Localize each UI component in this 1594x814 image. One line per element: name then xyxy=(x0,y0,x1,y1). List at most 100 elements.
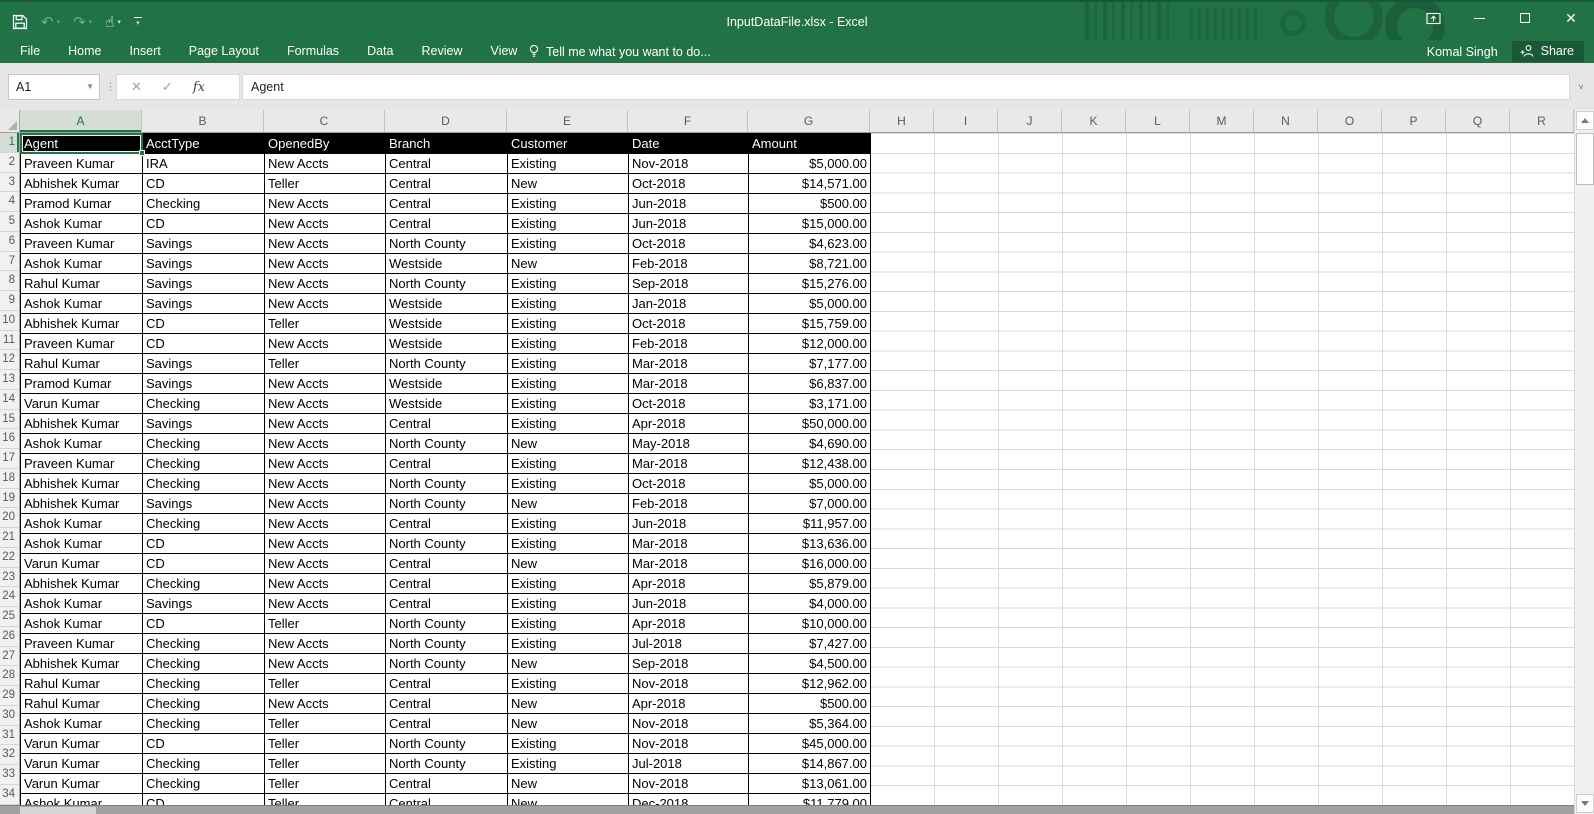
cell-C21[interactable]: New Accts xyxy=(265,534,386,554)
cell-F11[interactable]: Feb-2018 xyxy=(629,334,749,354)
cell-B13[interactable]: Savings xyxy=(143,374,265,394)
cell-G2[interactable]: $5,000.00 xyxy=(749,154,871,174)
cell-E4[interactable]: Existing xyxy=(508,194,629,214)
cell-F21[interactable]: Mar-2018 xyxy=(629,534,749,554)
cell-A14[interactable]: Varun Kumar xyxy=(21,394,143,414)
customize-qat-button[interactable]: ▾ xyxy=(134,17,142,27)
cell-D28[interactable]: Central xyxy=(386,674,508,694)
cell-G17[interactable]: $12,438.00 xyxy=(749,454,871,474)
col-header-L[interactable]: L xyxy=(1126,110,1190,132)
cell-G18[interactable]: $5,000.00 xyxy=(749,474,871,494)
cell-E30[interactable]: New xyxy=(508,714,629,734)
cell-D24[interactable]: Central xyxy=(386,594,508,614)
cell-C7[interactable]: New Accts xyxy=(265,254,386,274)
cell-G8[interactable]: $15,276.00 xyxy=(749,274,871,294)
cell-D32[interactable]: North County xyxy=(386,754,508,774)
col-header-K[interactable]: K xyxy=(1062,110,1126,132)
cell-C1[interactable]: OpenedBy xyxy=(265,134,386,154)
cell-A10[interactable]: Abhishek Kumar xyxy=(21,314,143,334)
cell-A6[interactable]: Praveen Kumar xyxy=(21,234,143,254)
col-header-F[interactable]: F xyxy=(628,110,748,132)
cell-D14[interactable]: Westside xyxy=(386,394,508,414)
row-header-23[interactable]: 23 xyxy=(0,568,19,588)
cell-E5[interactable]: Existing xyxy=(508,214,629,234)
col-header-J[interactable]: J xyxy=(998,110,1062,132)
cell-B29[interactable]: Checking xyxy=(143,694,265,714)
col-header-C[interactable]: C xyxy=(264,110,385,132)
cell-C27[interactable]: New Accts xyxy=(265,654,386,674)
save-icon[interactable] xyxy=(12,14,28,30)
cell-D25[interactable]: North County xyxy=(386,614,508,634)
cell-F22[interactable]: Mar-2018 xyxy=(629,554,749,574)
cell-B22[interactable]: CD xyxy=(143,554,265,574)
cell-A2[interactable]: Praveen Kumar xyxy=(21,154,143,174)
cell-G26[interactable]: $7,427.00 xyxy=(749,634,871,654)
cell-G7[interactable]: $8,721.00 xyxy=(749,254,871,274)
cell-D2[interactable]: Central xyxy=(386,154,508,174)
cell-B2[interactable]: IRA xyxy=(143,154,265,174)
cell-E23[interactable]: Existing xyxy=(508,574,629,594)
cell-D33[interactable]: Central xyxy=(386,774,508,794)
cell-G6[interactable]: $4,623.00 xyxy=(749,234,871,254)
cell-C19[interactable]: New Accts xyxy=(265,494,386,514)
cell-D21[interactable]: North County xyxy=(386,534,508,554)
cell-G20[interactable]: $11,957.00 xyxy=(749,514,871,534)
tab-home[interactable]: Home xyxy=(54,40,115,63)
undo-button[interactable]: ↶ ▾ xyxy=(41,13,60,31)
cell-E34[interactable]: New xyxy=(508,794,629,806)
cell-E20[interactable]: Existing xyxy=(508,514,629,534)
cell-A9[interactable]: Ashok Kumar xyxy=(21,294,143,314)
cell-F32[interactable]: Jul-2018 xyxy=(629,754,749,774)
cell-A31[interactable]: Varun Kumar xyxy=(21,734,143,754)
cell-E8[interactable]: Existing xyxy=(508,274,629,294)
cell-B3[interactable]: CD xyxy=(143,174,265,194)
col-header-N[interactable]: N xyxy=(1254,110,1318,132)
cell-A13[interactable]: Pramod Kumar xyxy=(21,374,143,394)
scrollbar-down-button[interactable] xyxy=(1576,794,1594,813)
cell-G15[interactable]: $50,000.00 xyxy=(749,414,871,434)
cell-F5[interactable]: Jun-2018 xyxy=(629,214,749,234)
col-header-P[interactable]: P xyxy=(1382,110,1446,132)
name-box-caret-icon[interactable]: ▼ xyxy=(86,75,94,99)
cell-B5[interactable]: CD xyxy=(143,214,265,234)
cell-C5[interactable]: New Accts xyxy=(265,214,386,234)
cell-D16[interactable]: North County xyxy=(386,434,508,454)
row-header-12[interactable]: 12 xyxy=(0,350,19,370)
cell-D23[interactable]: Central xyxy=(386,574,508,594)
cell-C22[interactable]: New Accts xyxy=(265,554,386,574)
cell-E11[interactable]: Existing xyxy=(508,334,629,354)
cell-F18[interactable]: Oct-2018 xyxy=(629,474,749,494)
cell-D15[interactable]: Central xyxy=(386,414,508,434)
cell-F28[interactable]: Nov-2018 xyxy=(629,674,749,694)
cell-F19[interactable]: Feb-2018 xyxy=(629,494,749,514)
row-header-4[interactable]: 4 xyxy=(0,192,19,212)
cell-F27[interactable]: Sep-2018 xyxy=(629,654,749,674)
cell-C13[interactable]: New Accts xyxy=(265,374,386,394)
row-header-30[interactable]: 30 xyxy=(0,706,19,726)
row-header-3[interactable]: 3 xyxy=(0,173,19,193)
cell-D13[interactable]: Westside xyxy=(386,374,508,394)
cell-E32[interactable]: Existing xyxy=(508,754,629,774)
cell-A15[interactable]: Abhishek Kumar xyxy=(21,414,143,434)
cell-G27[interactable]: $4,500.00 xyxy=(749,654,871,674)
col-header-D[interactable]: D xyxy=(385,110,507,132)
col-header-I[interactable]: I xyxy=(934,110,998,132)
row-header-18[interactable]: 18 xyxy=(0,469,19,489)
touch-mouse-mode-button[interactable]: ☝ ▾ xyxy=(105,13,121,31)
cell-G32[interactable]: $14,867.00 xyxy=(749,754,871,774)
cell-C12[interactable]: Teller xyxy=(265,354,386,374)
cell-B34[interactable]: CD xyxy=(143,794,265,806)
tab-review[interactable]: Review xyxy=(407,40,476,63)
cell-A5[interactable]: Ashok Kumar xyxy=(21,214,143,234)
cell-G16[interactable]: $4,690.00 xyxy=(749,434,871,454)
cell-A34[interactable]: Ashok Kumar xyxy=(21,794,143,806)
cell-C8[interactable]: New Accts xyxy=(265,274,386,294)
cell-D3[interactable]: Central xyxy=(386,174,508,194)
cell-B24[interactable]: Savings xyxy=(143,594,265,614)
col-header-O[interactable]: O xyxy=(1318,110,1382,132)
col-header-H[interactable]: H xyxy=(870,110,934,132)
row-header-27[interactable]: 27 xyxy=(0,647,19,667)
cell-C2[interactable]: New Accts xyxy=(265,154,386,174)
cell-F13[interactable]: Mar-2018 xyxy=(629,374,749,394)
cell-E17[interactable]: Existing xyxy=(508,454,629,474)
